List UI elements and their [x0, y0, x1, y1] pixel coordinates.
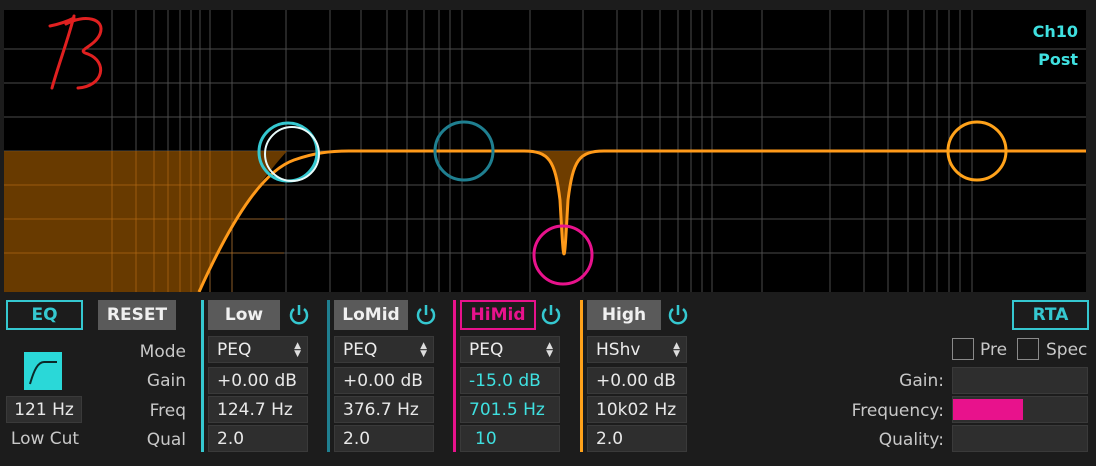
- low-cut-frequency[interactable]: 121 Hz: [6, 396, 82, 423]
- low-cut-icon: [29, 361, 57, 385]
- himid-power-icon[interactable]: [539, 303, 563, 327]
- himid-q-field[interactable]: 10: [460, 425, 560, 452]
- himid-notch-fill: [524, 151, 604, 254]
- lomid-gain-field[interactable]: +0.00 dB: [334, 367, 434, 394]
- rta-gain-label: Gain:: [899, 371, 944, 391]
- reset-button[interactable]: RESET: [98, 300, 176, 330]
- low-q-field[interactable]: 2.0: [208, 425, 308, 452]
- rta-frequency-slider[interactable]: [952, 396, 1088, 423]
- eq-graph-canvas[interactable]: [4, 10, 1086, 292]
- rta-quality-slider[interactable]: [952, 425, 1088, 452]
- pre-checkbox[interactable]: [952, 338, 974, 360]
- channel-name: Ch10: [1032, 22, 1078, 41]
- select-arrows-icon: ▲ ▼: [294, 340, 301, 359]
- spec-label: Spec: [1046, 340, 1088, 360]
- eq-graph[interactable]: Ch10 Post: [4, 10, 1086, 292]
- himid-gain-field[interactable]: -15.0 dB: [460, 367, 560, 394]
- high-band-button[interactable]: High: [587, 300, 661, 330]
- rta-button[interactable]: RTA: [1012, 300, 1089, 330]
- lomid-band-color-bar: [327, 300, 330, 452]
- high-band-color-bar: [580, 300, 583, 452]
- low-power-icon[interactable]: [287, 303, 311, 327]
- rta-frequency-fill: [953, 399, 1023, 420]
- mode-label: Mode: [139, 342, 186, 362]
- low-band-button[interactable]: Low: [208, 300, 280, 330]
- low-gain-field[interactable]: +0.00 dB: [208, 367, 308, 394]
- himid-mode-value: PEQ: [469, 339, 504, 360]
- high-mode-value: HShv: [596, 339, 641, 360]
- high-gain-field[interactable]: +0.00 dB: [587, 367, 687, 394]
- rta-quality-label: Quality:: [878, 430, 944, 450]
- freq-label: Freq: [149, 401, 186, 421]
- lomid-power-icon[interactable]: [414, 303, 438, 327]
- himid-mode-select[interactable]: PEQ ▲ ▼: [460, 336, 560, 363]
- high-mode-select[interactable]: HShv ▲ ▼: [587, 336, 687, 363]
- select-arrows-icon: ▲ ▼: [673, 340, 680, 359]
- select-arrows-icon: ▲ ▼: [546, 340, 553, 359]
- pre-label: Pre: [980, 340, 1008, 360]
- lomid-freq-field[interactable]: 376.7 Hz: [334, 396, 434, 423]
- eq-button[interactable]: EQ: [6, 300, 83, 330]
- himid-freq-field[interactable]: 701.5 Hz: [460, 396, 560, 423]
- qual-label: Qual: [146, 430, 186, 450]
- himid-band-button[interactable]: HiMid: [460, 300, 536, 330]
- low-freq-field[interactable]: 124.7 Hz: [208, 396, 308, 423]
- lomid-mode-value: PEQ: [343, 339, 378, 360]
- low-cut-label: Low Cut: [10, 429, 80, 449]
- high-power-icon[interactable]: [666, 303, 690, 327]
- low-band-color-bar: [201, 300, 204, 452]
- himid-band-color-bar: [453, 300, 456, 452]
- lomid-mode-select[interactable]: PEQ ▲ ▼: [334, 336, 434, 363]
- select-arrows-icon: ▲ ▼: [420, 340, 427, 359]
- high-q-field[interactable]: 2.0: [587, 425, 687, 452]
- low-mode-select[interactable]: PEQ ▲ ▼: [208, 336, 308, 363]
- low-cut-toggle[interactable]: [24, 352, 62, 390]
- spec-checkbox[interactable]: [1017, 338, 1039, 360]
- channel-tap: Post: [1038, 50, 1078, 69]
- handwritten-annotation-icon: [48, 14, 103, 90]
- rta-gain-slider[interactable]: [952, 367, 1088, 394]
- low-cut-fill: [4, 151, 287, 292]
- lomid-band-button[interactable]: LoMid: [334, 300, 408, 330]
- gain-label: Gain: [146, 371, 186, 391]
- lomid-q-field[interactable]: 2.0: [334, 425, 434, 452]
- high-freq-field[interactable]: 10k02 Hz: [587, 396, 687, 423]
- rta-frequency-label: Frequency:: [851, 401, 944, 421]
- low-mode-value: PEQ: [217, 339, 252, 360]
